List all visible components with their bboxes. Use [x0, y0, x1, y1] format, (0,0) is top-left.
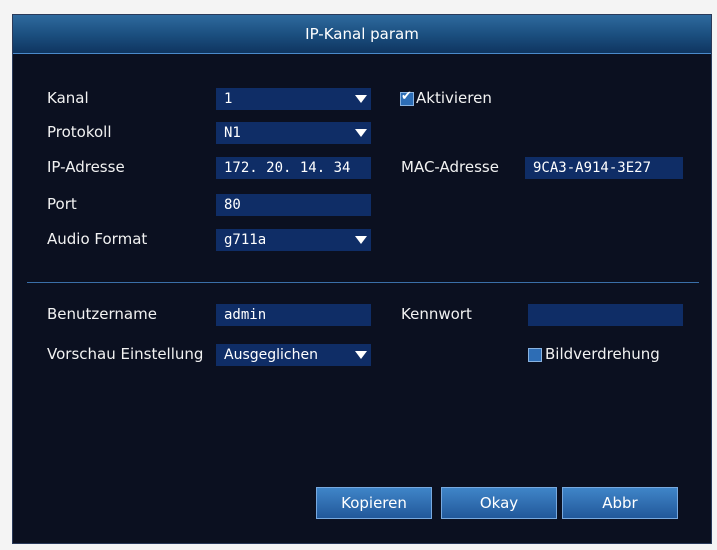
chevron-down-icon: [355, 351, 367, 359]
protokoll-dropdown[interactable]: N1: [216, 122, 371, 144]
mac-address-label: MAC-Adresse: [401, 158, 499, 176]
preview-setting-label: Vorschau Einstellung: [47, 345, 204, 363]
ok-button[interactable]: Okay: [441, 487, 557, 519]
preview-setting-value: Ausgeglichen: [224, 347, 318, 363]
username-input[interactable]: admin: [216, 304, 371, 326]
port-label: Port: [47, 195, 77, 213]
ip-channel-dialog: IP-Kanal param Kanal 1 Aktivieren Protok…: [12, 14, 712, 544]
protokoll-value: N1: [224, 125, 241, 141]
section-divider: [27, 282, 699, 283]
kanal-dropdown[interactable]: 1: [216, 88, 371, 110]
kanal-value: 1: [224, 91, 233, 107]
chevron-down-icon: [355, 129, 367, 137]
ip-address-label: IP-Adresse: [47, 158, 125, 176]
audio-format-label: Audio Format: [47, 230, 148, 248]
port-input[interactable]: 80: [216, 194, 371, 216]
chevron-down-icon: [355, 95, 367, 103]
cancel-button[interactable]: Abbr: [562, 487, 678, 519]
audio-format-value: g711a: [224, 232, 267, 248]
ip-address-input[interactable]: 172. 20. 14. 34: [216, 157, 371, 179]
audio-format-dropdown[interactable]: g711a: [216, 229, 371, 251]
chevron-down-icon: [355, 236, 367, 244]
mac-address-value: 9CA3-A914-3E27: [525, 157, 683, 179]
password-label: Kennwort: [401, 305, 472, 323]
copy-button[interactable]: Kopieren: [316, 487, 432, 519]
rotation-label: Bildverdrehung: [545, 345, 660, 363]
dialog-title: IP-Kanal param: [13, 15, 711, 54]
rotation-checkbox[interactable]: [528, 348, 542, 362]
username-label: Benutzername: [47, 305, 157, 323]
aktivieren-checkbox[interactable]: [400, 89, 414, 106]
aktivieren-label: Aktivieren: [416, 89, 492, 107]
kanal-label: Kanal: [47, 89, 89, 107]
preview-setting-dropdown[interactable]: Ausgeglichen: [216, 344, 371, 366]
protokoll-label: Protokoll: [47, 123, 112, 141]
password-input[interactable]: [528, 304, 683, 326]
